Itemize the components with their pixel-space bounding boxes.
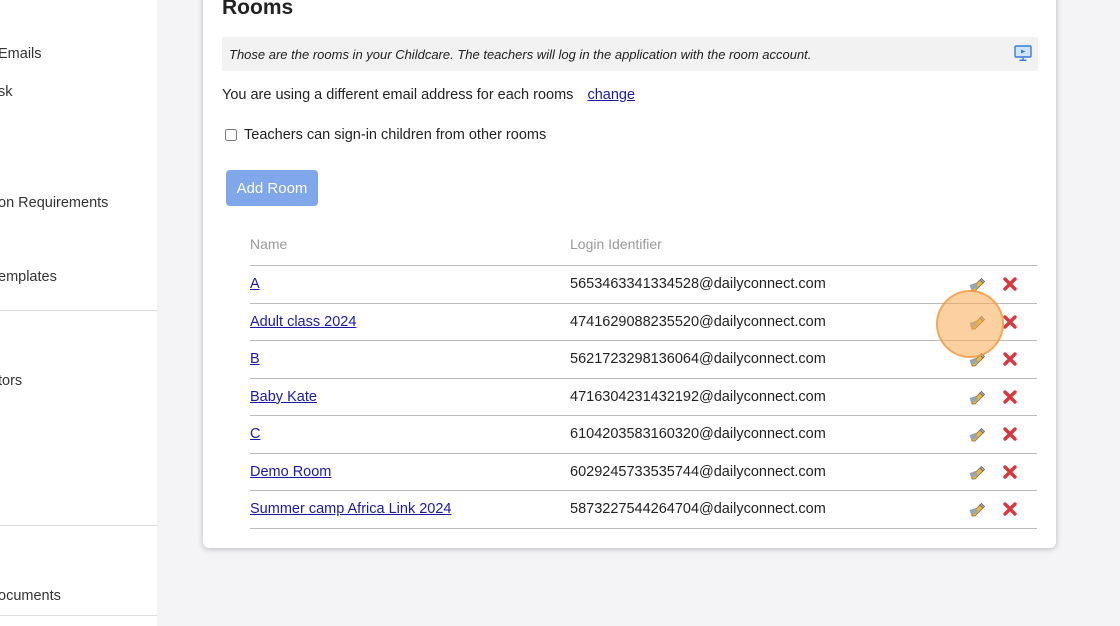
room-login-cell: 5653463341334528@dailyconnect.com: [570, 265, 960, 304]
room-login-cell: 5621723298136064@dailyconnect.com: [570, 340, 960, 379]
column-header-actions: [960, 236, 1037, 266]
table-row: A 5653463341334528@dailyconnect.com: [250, 265, 1037, 304]
room-name-link[interactable]: C: [250, 426, 260, 442]
email-setting-text: You are using a different email address …: [222, 87, 574, 103]
room-name-link[interactable]: A: [250, 276, 260, 292]
cross-room-signin-checkbox[interactable]: [225, 129, 237, 141]
room-actions-cell: [960, 340, 1037, 379]
room-name-cell: Baby Kate: [250, 378, 570, 416]
sidebar-item-tors[interactable]: tors: [0, 373, 22, 389]
table-row: B 5621723298136064@dailyconnect.com: [250, 340, 1037, 379]
edit-pencil-icon[interactable]: [969, 313, 987, 331]
delete-x-icon[interactable]: [1001, 388, 1019, 406]
sidebar-item-documents[interactable]: ocuments: [0, 588, 61, 604]
room-name-cell: C: [250, 415, 570, 454]
room-login-cell: 6029245733535744@dailyconnect.com: [570, 453, 960, 491]
room-actions-cell: [960, 415, 1037, 454]
rooms-panel: Rooms Those are the rooms in your Childc…: [203, 0, 1056, 548]
room-name-cell: B: [250, 340, 570, 379]
page-title: Rooms: [222, 0, 294, 19]
room-login-cell: 5873227544264704@dailyconnect.com: [570, 490, 960, 529]
table-header: Name Login Identifier: [250, 236, 1037, 266]
change-link[interactable]: change: [587, 87, 635, 103]
sidebar-item-templates[interactable]: emplates: [0, 269, 57, 285]
edit-pencil-icon[interactable]: [969, 425, 987, 443]
column-header-login: Login Identifier: [570, 236, 960, 266]
sidebar-divider: [0, 615, 157, 616]
delete-x-icon[interactable]: [1001, 313, 1019, 331]
table-row: Demo Room 6029245733535744@dailyconnect.c…: [250, 453, 1037, 491]
room-actions-cell: [960, 453, 1037, 491]
info-box: Those are the rooms in your Childcare. T…: [222, 37, 1038, 71]
room-name-cell: A: [250, 265, 570, 304]
add-room-button[interactable]: Add Room: [226, 170, 318, 206]
edit-pencil-icon[interactable]: [969, 463, 987, 481]
column-header-name: Name: [250, 236, 570, 266]
table-row: Summer camp Africa Link 2024 587322754426…: [250, 490, 1037, 529]
room-actions-cell: [960, 490, 1037, 529]
delete-x-icon[interactable]: [1001, 350, 1019, 368]
room-name-link[interactable]: B: [250, 351, 260, 367]
room-login-cell: 4741629088235520@dailyconnect.com: [570, 303, 960, 341]
room-name-cell: Adult class 2024: [250, 303, 570, 341]
sidebar: Emails sk on Requirements emplates tors …: [0, 0, 157, 626]
sidebar-item-task[interactable]: sk: [0, 84, 13, 100]
room-name-link[interactable]: Adult class 2024: [250, 314, 356, 330]
room-actions-cell: [960, 265, 1037, 304]
room-name-link[interactable]: Baby Kate: [250, 389, 317, 405]
email-setting-line: You are using a different email address …: [222, 87, 635, 103]
room-login-cell: 4716304231432192@dailyconnect.com: [570, 378, 960, 416]
presentation-screen-icon[interactable]: [1014, 44, 1032, 62]
room-name-link[interactable]: Demo Room: [250, 464, 331, 480]
table-row: Baby Kate 4716304231432192@dailyconnect.c…: [250, 378, 1037, 416]
edit-pencil-icon[interactable]: [969, 275, 987, 293]
cross-room-signin-label: Teachers can sign-in children from other…: [244, 127, 547, 143]
room-name-link[interactable]: Summer camp Africa Link 2024: [250, 501, 451, 517]
edit-pencil-icon[interactable]: [969, 350, 987, 368]
sidebar-divider: [0, 525, 157, 526]
cross-room-signin-option[interactable]: Teachers can sign-in children from other…: [225, 127, 546, 143]
sidebar-divider: [0, 310, 157, 311]
room-name-cell: Summer camp Africa Link 2024: [250, 490, 570, 529]
table-row: C 6104203583160320@dailyconnect.com: [250, 415, 1037, 454]
info-text: Those are the rooms in your Childcare. T…: [229, 47, 812, 62]
delete-x-icon[interactable]: [1001, 500, 1019, 518]
edit-pencil-icon[interactable]: [969, 500, 987, 518]
delete-x-icon[interactable]: [1001, 425, 1019, 443]
room-login-cell: 6104203583160320@dailyconnect.com: [570, 415, 960, 454]
delete-x-icon[interactable]: [1001, 463, 1019, 481]
delete-x-icon[interactable]: [1001, 275, 1019, 293]
room-actions-cell: [960, 378, 1037, 416]
room-name-cell: Demo Room: [250, 453, 570, 491]
table-row: Adult class 2024 4741629088235520@dailyco…: [250, 303, 1037, 341]
edit-pencil-icon[interactable]: [969, 388, 987, 406]
room-actions-cell: [960, 303, 1037, 341]
rooms-table: Name Login Identifier A 5653463341334528@…: [250, 236, 1037, 529]
sidebar-item-requirements[interactable]: on Requirements: [0, 195, 108, 211]
sidebar-item-emails[interactable]: Emails: [0, 46, 42, 62]
